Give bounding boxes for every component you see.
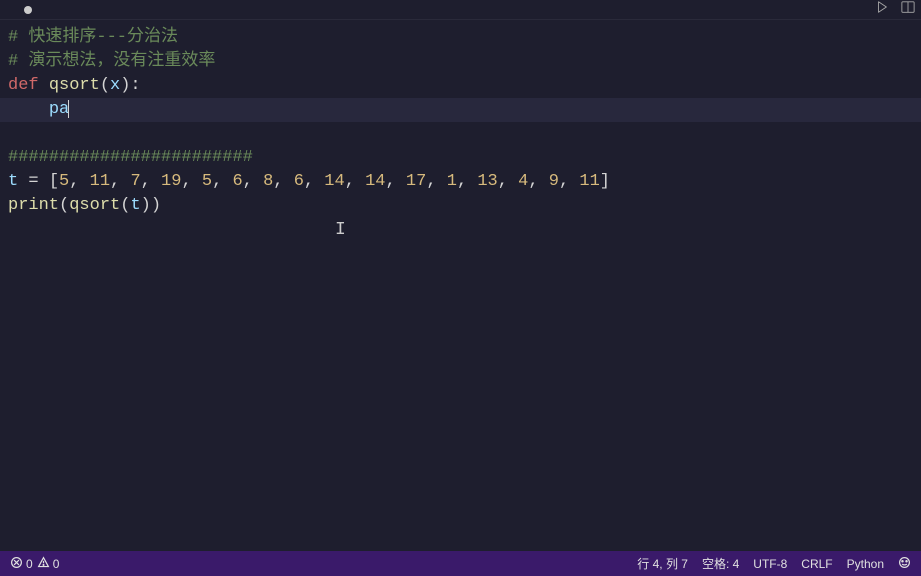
code-text: # 演示想法，没有注重效率 <box>8 52 215 71</box>
code-text: 14 <box>365 172 385 191</box>
code-text: # 快速排序---分治法 <box>8 28 178 47</box>
error-icon <box>10 556 23 572</box>
code-text: 5 <box>59 172 69 191</box>
warning-icon <box>37 556 50 572</box>
warnings-value: 0 <box>53 557 60 571</box>
code-text: 17 <box>406 172 426 191</box>
errors-value: 0 <box>26 557 33 571</box>
code-text: x <box>110 76 120 95</box>
text-cursor-icon <box>68 100 69 118</box>
code-text: 11 <box>90 172 110 191</box>
split-editor-icon[interactable] <box>901 0 915 20</box>
run-icon[interactable] <box>875 0 889 20</box>
code-text: 9 <box>549 172 559 191</box>
code-text: 4 <box>518 172 528 191</box>
status-bar: 0 0 行 4, 列 7 空格: 4 UTF-8 CRLF Python <box>0 551 921 576</box>
code-text: 13 <box>477 172 497 191</box>
mouse-cursor-icon: I <box>335 218 346 242</box>
code-text: t <box>8 172 18 191</box>
code-text: 7 <box>130 172 140 191</box>
code-text: qsort <box>49 76 100 95</box>
code-text: 6 <box>294 172 304 191</box>
code-text: print <box>8 196 59 215</box>
cursor-position[interactable]: 行 4, 列 7 <box>637 555 688 572</box>
code-text: def <box>8 76 39 95</box>
code-text: pa <box>49 100 69 119</box>
code-editor[interactable]: # 快速排序---分治法 # 演示想法，没有注重效率 def qsort(x):… <box>0 20 921 224</box>
language-mode[interactable]: Python <box>847 557 884 571</box>
code-text: 8 <box>263 172 273 191</box>
feedback-icon[interactable] <box>898 556 911 572</box>
code-text: 14 <box>324 172 344 191</box>
warnings-count[interactable]: 0 <box>37 556 60 572</box>
code-text: 5 <box>202 172 212 191</box>
code-text: 11 <box>579 172 599 191</box>
code-text: qsort <box>69 196 120 215</box>
eol[interactable]: CRLF <box>801 557 832 571</box>
code-text: t <box>130 196 140 215</box>
code-text: 19 <box>161 172 181 191</box>
code-text: 6 <box>232 172 242 191</box>
tab-bar <box>0 0 921 20</box>
encoding[interactable]: UTF-8 <box>753 557 787 571</box>
code-text: 1 <box>447 172 457 191</box>
tab-modified-indicator-icon <box>24 6 32 14</box>
code-text: ######################## <box>8 148 253 167</box>
errors-count[interactable]: 0 <box>10 556 33 572</box>
indentation[interactable]: 空格: 4 <box>702 555 739 572</box>
